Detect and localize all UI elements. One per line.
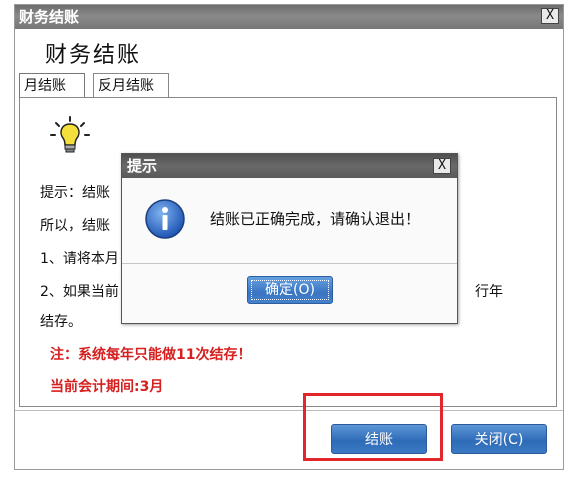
page-title: 财务结账 <box>45 43 142 68</box>
highlight-box <box>303 393 443 461</box>
window-close-icon[interactable]: X <box>541 8 559 24</box>
footer-divider <box>15 410 563 411</box>
body-line: 所以，结账 <box>40 218 110 234</box>
prompt-dialog: 提示 X 结账已正确完成，请确认退出！ 确定(O) <box>121 153 458 324</box>
dialog-close-icon[interactable]: X <box>433 158 451 174</box>
close-button[interactable]: 关闭(C) <box>451 424 547 454</box>
info-icon <box>145 199 185 239</box>
dialog-message: 结账已正确完成，请确认退出！ <box>210 210 421 228</box>
lightbulb-icon <box>50 116 90 153</box>
current-period-text: 当前会计期间:3月 <box>50 379 164 395</box>
dialog-title: 提示 <box>127 157 158 175</box>
ok-button[interactable]: 确定(O) <box>247 276 333 304</box>
dialog-divider <box>122 263 457 264</box>
tab-reverse-month-end[interactable]: 反月结账 <box>93 73 169 97</box>
body-line: 1、请将本月 <box>40 251 119 267</box>
body-line: 2、如果当前 <box>40 284 119 300</box>
body-line: 提示：结账 <box>40 185 110 201</box>
dialog-titlebar: 提示 <box>122 154 457 178</box>
window-titlebar: 财务结账 <box>15 5 563 29</box>
tab-month-end[interactable]: 月结账 <box>19 73 85 97</box>
body-line-tail: 行年 <box>475 284 503 300</box>
body-line: 结存。 <box>40 314 82 330</box>
window-title: 财务结账 <box>19 8 80 26</box>
note-text: 注：系统每年只能做11次结存！ <box>50 347 252 363</box>
